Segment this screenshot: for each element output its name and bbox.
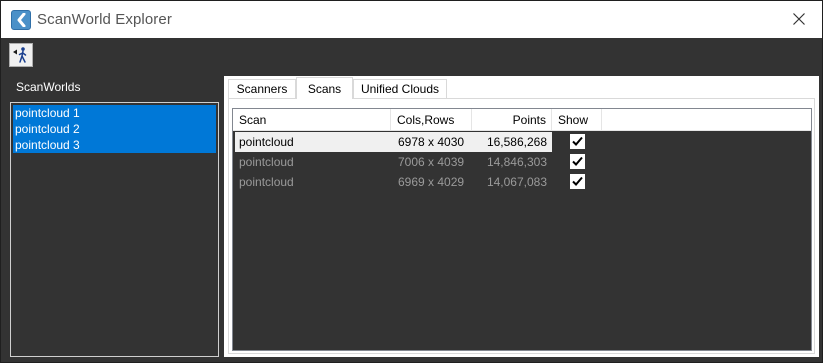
cell-scan: pointcloud <box>239 175 294 189</box>
list-item[interactable]: pointcloud 1 <box>13 105 216 121</box>
column-header-points[interactable]: Points <box>472 109 552 131</box>
cell-cols-rows: 6969 x 4029 <box>398 175 465 189</box>
cell-points: 16,586,268 <box>486 135 547 149</box>
cell-cols-rows: 7006 x 4039 <box>398 155 465 169</box>
scanworld-explorer-window: ScanWorld Explorer ScanWorlds pointcloud… <box>0 0 823 363</box>
cell-cols-rows: 6978 x 4030 <box>398 135 465 149</box>
scanworlds-list[interactable]: pointcloud 1 pointcloud 2 pointcloud 3 <box>10 102 219 357</box>
column-header-show[interactable]: Show <box>552 109 602 131</box>
checkmark-icon <box>572 156 583 166</box>
tab-scans[interactable]: Scans <box>296 77 353 99</box>
walker-tool-button[interactable] <box>9 43 33 67</box>
walker-icon <box>13 47 27 63</box>
cell-scan: pointcloud <box>239 155 294 169</box>
window-title: ScanWorld Explorer <box>37 11 172 28</box>
column-header-scan[interactable]: Scan <box>233 109 391 131</box>
table-row[interactable]: pointcloud 6978 x 4030 16,586,268 <box>233 132 811 152</box>
list-item[interactable]: pointcloud 2 <box>13 121 216 137</box>
cell-scan: pointcloud <box>239 135 294 149</box>
app-icon <box>11 10 31 30</box>
cell-points: 14,846,303 <box>486 155 547 169</box>
close-button[interactable] <box>776 1 822 38</box>
checkmark-icon <box>572 136 583 146</box>
tab-scanners[interactable]: Scanners <box>228 79 296 98</box>
scans-tab-content: Scan Cols,Rows Points Show pointcloud 69… <box>228 98 815 354</box>
scans-table[interactable]: Scan Cols,Rows Points Show pointcloud 69… <box>232 108 812 351</box>
show-checkbox[interactable] <box>569 173 586 190</box>
close-icon <box>793 13 805 25</box>
table-header: Scan Cols,Rows Points Show <box>233 109 811 131</box>
cell-points: 14,067,083 <box>486 175 547 189</box>
scanworlds-selection: pointcloud 1 pointcloud 2 pointcloud 3 <box>13 105 216 153</box>
checkmark-icon <box>572 176 583 186</box>
table-row[interactable]: pointcloud 6969 x 4029 14,067,083 <box>233 172 811 192</box>
show-checkbox[interactable] <box>569 133 586 150</box>
list-item[interactable]: pointcloud 3 <box>13 137 216 153</box>
scanworlds-label: ScanWorlds <box>16 80 81 94</box>
title-bar[interactable]: ScanWorld Explorer <box>1 1 822 38</box>
table-row[interactable]: pointcloud 7006 x 4039 14,846,303 <box>233 152 811 172</box>
tab-unified-clouds[interactable]: Unified Clouds <box>353 79 447 98</box>
column-header-cols-rows[interactable]: Cols,Rows <box>391 109 472 131</box>
show-checkbox[interactable] <box>569 153 586 170</box>
scan-details-panel: Scanners Scans Unified Clouds Scan Cols,… <box>224 76 819 357</box>
